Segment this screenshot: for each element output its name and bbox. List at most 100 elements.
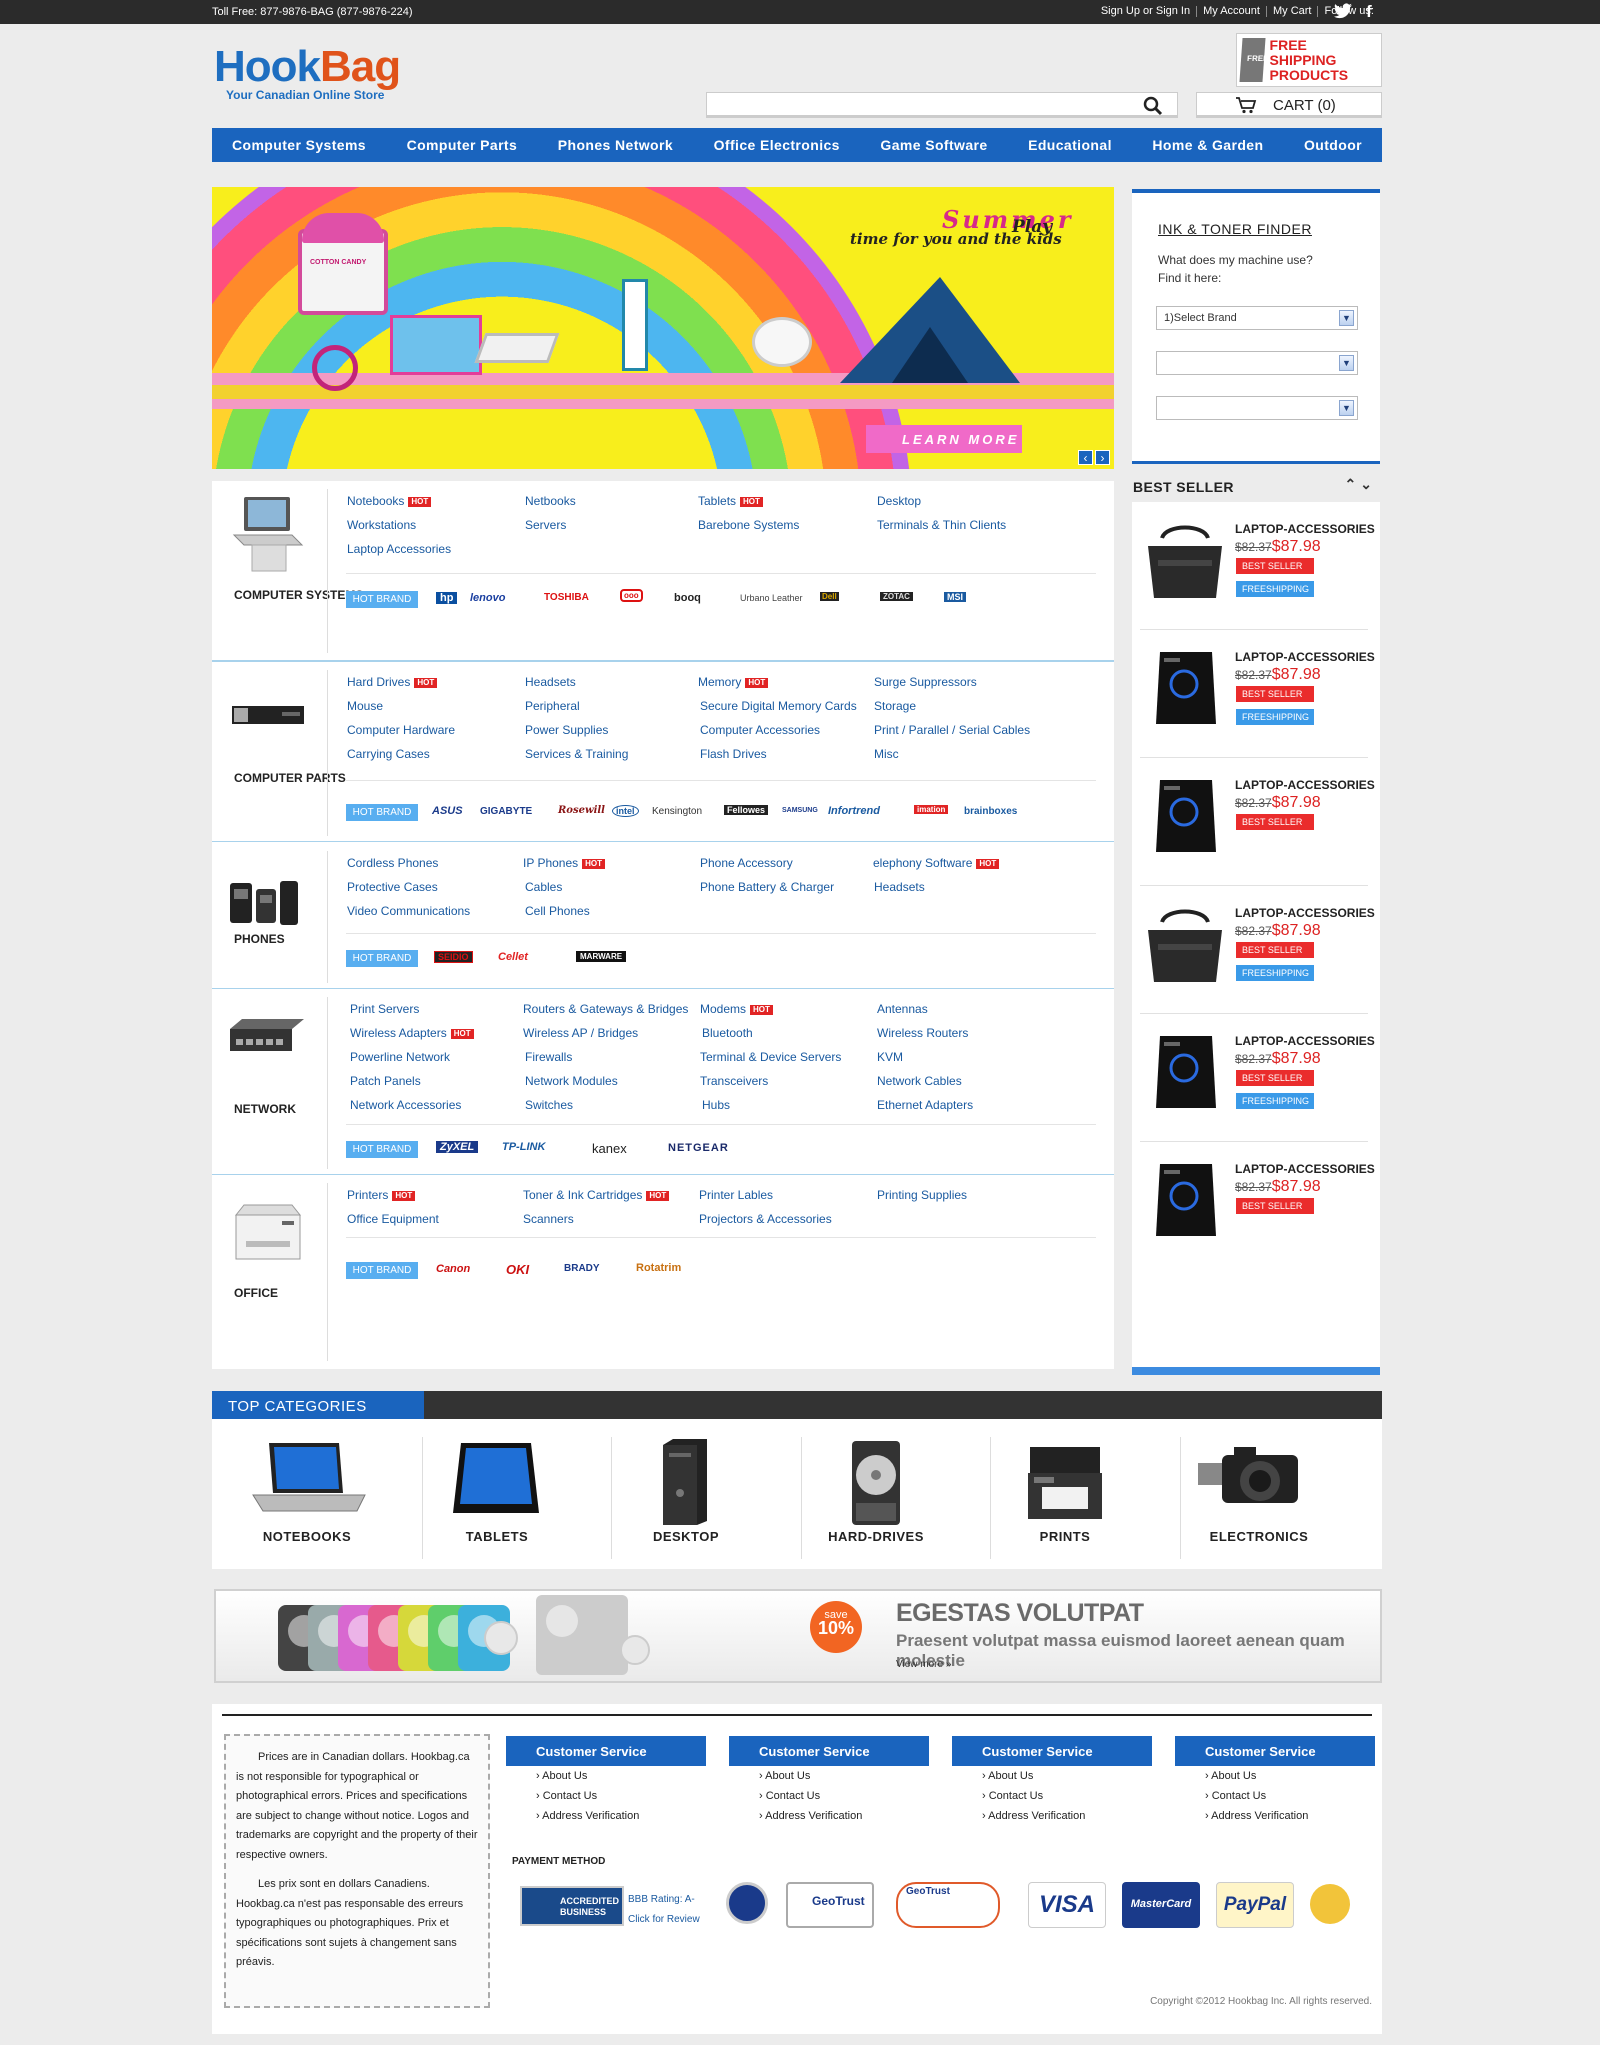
about-us-link[interactable]: › About Us — [759, 1766, 929, 1786]
cat-item-sd-cards[interactable]: Secure Digital Memory Cards — [700, 699, 857, 713]
brand-msi[interactable]: MSI — [944, 592, 967, 602]
slider-next-icon[interactable]: › — [1095, 450, 1110, 465]
chevron-up-icon[interactable]: ⌃ — [1345, 476, 1357, 492]
cat-item-projectors[interactable]: Projectors & Accessories — [699, 1212, 832, 1226]
visa-logo[interactable]: VISA — [1028, 1882, 1106, 1928]
brand-kensington[interactable]: Kensington — [652, 806, 702, 817]
cat-item-network-cables[interactable]: Network Cables — [877, 1074, 962, 1088]
cat-item-antennas[interactable]: Antennas — [877, 1002, 928, 1016]
cat-item-bluetooth[interactable]: Bluetooth — [702, 1026, 753, 1040]
brand-netgear[interactable]: NETGEAR — [668, 1142, 729, 1154]
cat-item-network-accessories[interactable]: Network Accessories — [350, 1098, 461, 1112]
brand-asus[interactable]: ASUS — [432, 805, 463, 817]
security-seal-icon[interactable] — [726, 1882, 768, 1924]
brand-infortrend[interactable]: Infortrend — [828, 805, 880, 817]
brand-dell[interactable]: Dell — [820, 592, 839, 601]
brand-urbano[interactable]: Urbano Leather — [740, 593, 803, 603]
learn-more-button[interactable]: LEARN MORE — [866, 425, 1022, 453]
brand-zyxel[interactable]: ZyXEL — [436, 1141, 479, 1153]
nav-computer-parts[interactable]: Computer Parts — [407, 137, 518, 153]
top-cat-electronics[interactable]: ELECTRONICS — [1164, 1437, 1354, 1557]
site-logo[interactable]: HookBag Your Canadian Online Store — [214, 42, 414, 112]
paypal-logo[interactable]: PayPal — [1216, 1882, 1294, 1928]
cat-item-tablets[interactable]: Tablets HOT — [698, 494, 763, 508]
best-seller-product[interactable]: LAPTOP-ACCESSORIES $82.37$87.98 BEST SELLE… — [1132, 502, 1380, 630]
cat-item-printing-supplies[interactable]: Printing Supplies — [877, 1188, 967, 1202]
series-select[interactable]: ▼ — [1156, 351, 1358, 375]
cart-button[interactable]: CART (0) — [1196, 92, 1382, 118]
cat-item-routers[interactable]: Routers & Gateways & Bridges — [523, 1002, 688, 1016]
cat-item-servers[interactable]: Servers — [525, 518, 566, 532]
brand-logo-4[interactable]: ooo — [620, 589, 643, 602]
best-seller-product[interactable]: LAPTOP-ACCESSORIES $82.37$87.98 BEST SELLE… — [1132, 630, 1380, 758]
cat-item-ip-phones[interactable]: IP Phones HOT — [523, 856, 606, 870]
cat-item-office-equipment[interactable]: Office Equipment — [347, 1212, 439, 1226]
cat-item-misc[interactable]: Misc — [874, 747, 899, 761]
product-name[interactable]: LAPTOP-ACCESSORIES — [1235, 778, 1375, 792]
brand-gigabyte[interactable]: GIGABYTE — [480, 806, 532, 817]
cat-item-wireless-adapters[interactable]: Wireless Adapters HOT — [350, 1026, 474, 1040]
cat-item-cables[interactable]: Print / Parallel / Serial Cables — [874, 723, 1030, 737]
brand-brady[interactable]: BRADY — [564, 1263, 600, 1274]
bbb-badge[interactable]: ACCREDITED BUSINESS BBB Rating: A- Click f… — [520, 1882, 702, 1928]
cat-item-telephony-software[interactable]: elephony Software HOT — [873, 856, 1000, 870]
brand-samsung[interactable]: SAMSUNG — [782, 807, 818, 814]
search-box[interactable] — [706, 92, 1178, 118]
contact-us-link[interactable]: › Contact Us — [536, 1786, 706, 1806]
brand-toshiba[interactable]: TOSHIBA — [544, 592, 589, 603]
cat-item-headsets[interactable]: Headsets — [874, 880, 925, 894]
top-cat-notebooks[interactable]: NOTEBOOKS — [212, 1437, 402, 1557]
chevron-down-icon[interactable]: ⌄ — [1360, 476, 1372, 492]
product-name[interactable]: LAPTOP-ACCESSORIES — [1235, 650, 1375, 664]
top-cat-prints[interactable]: PRINTS — [970, 1437, 1160, 1557]
brand-rotatrim[interactable]: Rotatrim — [636, 1262, 681, 1274]
contact-us-link[interactable]: › Contact Us — [759, 1786, 929, 1806]
model-select[interactable]: ▼ — [1156, 396, 1358, 420]
cat-item-headsets[interactable]: Headsets — [525, 675, 576, 689]
cat-item-terminal-servers[interactable]: Terminal & Device Servers — [700, 1050, 841, 1064]
brand-canon[interactable]: Canon — [436, 1263, 470, 1275]
my-cart-link[interactable]: My Cart — [1267, 6, 1319, 17]
cat-item-netbooks[interactable]: Netbooks — [525, 494, 576, 508]
search-icon[interactable] — [1143, 96, 1163, 121]
category-title[interactable]: NETWORK — [234, 1101, 296, 1117]
cat-item-carrying-cases[interactable]: Carrying Cases — [347, 747, 430, 761]
promo-banner[interactable]: save 10% EGESTAS VOLUTPAT Praesent volutp… — [214, 1589, 1382, 1683]
cat-item-memory[interactable]: Memory HOT — [698, 675, 769, 689]
cat-item-storage[interactable]: Storage — [874, 699, 916, 713]
cat-item-wireless-ap[interactable]: Wireless AP / Bridges — [523, 1026, 638, 1040]
nav-computer-systems[interactable]: Computer Systems — [232, 137, 366, 153]
cat-item-cordless-phones[interactable]: Cordless Phones — [347, 856, 438, 870]
my-account-link[interactable]: My Account — [1197, 6, 1267, 17]
contact-us-link[interactable]: › Contact Us — [982, 1786, 1152, 1806]
brand-imation[interactable]: imation — [914, 805, 949, 814]
free-shipping-badge[interactable]: FREE FREE SHIPPING PRODUCTS — [1236, 33, 1382, 87]
product-name[interactable]: LAPTOP-ACCESSORIES — [1235, 1162, 1375, 1176]
cat-item-mouse[interactable]: Mouse — [347, 699, 383, 713]
cat-item-computer-accessories[interactable]: Computer Accessories — [700, 723, 820, 737]
cat-item-printers[interactable]: Printers HOT — [347, 1188, 416, 1202]
brand-seidio[interactable]: SEIDIO — [434, 951, 473, 963]
cat-item-power-supplies[interactable]: Power Supplies — [525, 723, 608, 737]
address-verification-link[interactable]: › Address Verification — [982, 1806, 1152, 1826]
cat-item-transceivers[interactable]: Transceivers — [700, 1074, 768, 1088]
brand-oki[interactable]: OKI — [506, 1262, 529, 1277]
cat-item-switches[interactable]: Switches — [525, 1098, 573, 1112]
geotrust-malware-badge[interactable]: GeoTrust — [896, 1882, 1000, 1928]
cat-item-powerline[interactable]: Powerline Network — [350, 1050, 450, 1064]
cat-item-scanners[interactable]: Scanners — [523, 1212, 574, 1226]
nav-office-electronics[interactable]: Office Electronics — [714, 137, 840, 153]
brand-zotac[interactable]: ZOTAC — [880, 592, 913, 601]
nav-game-software[interactable]: Game Software — [880, 137, 987, 153]
brand-fellowes[interactable]: Fellowes — [724, 805, 769, 815]
sign-in-link[interactable]: Sign Up or Sign In — [1095, 6, 1198, 17]
slider-prev-icon[interactable]: ‹ — [1078, 450, 1093, 465]
paypal-verified-icon[interactable] — [1310, 1884, 1350, 1924]
product-name[interactable]: LAPTOP-ACCESSORIES — [1235, 906, 1375, 920]
cat-item-services[interactable]: Services & Training — [525, 747, 628, 761]
category-title[interactable]: COMPUTER SYSTEMS — [234, 587, 363, 603]
view-more-link[interactable]: View more » — [896, 1659, 951, 1670]
brand-hp[interactable]: hp — [436, 592, 458, 604]
cat-item-phone-accessory[interactable]: Phone Accessory — [700, 856, 793, 870]
best-seller-product[interactable]: LAPTOP-ACCESSORIES $82.37$87.98 BEST SELLE… — [1132, 758, 1380, 886]
